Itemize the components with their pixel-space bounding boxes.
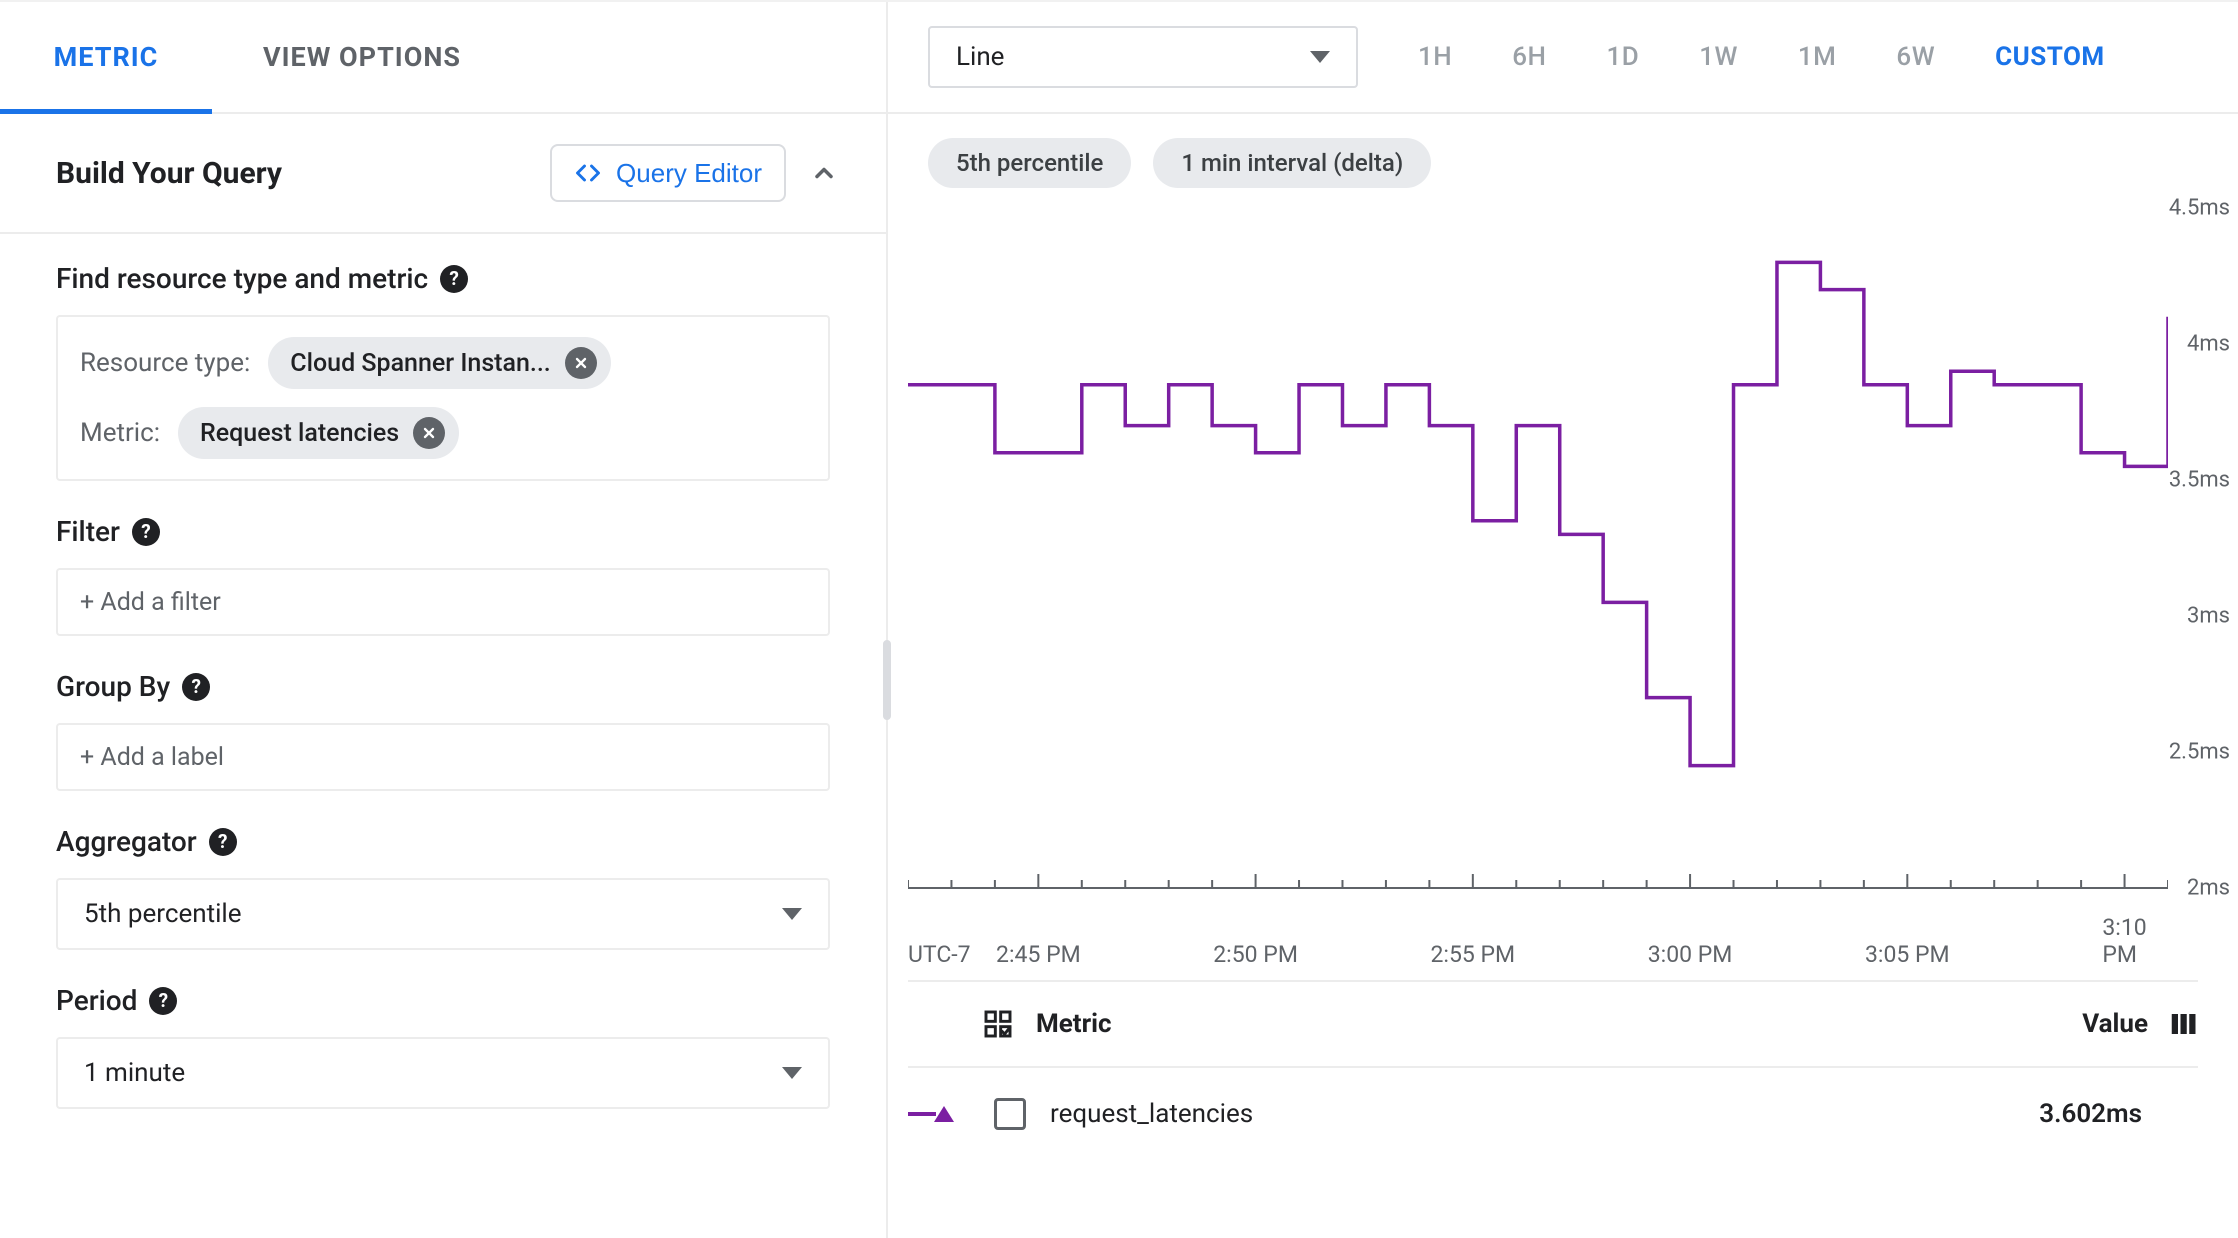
query-editor-button[interactable]: Query Editor [550, 144, 786, 202]
resource-metric-box[interactable]: Resource type: Cloud Spanner Instan... M… [56, 315, 830, 481]
period-select[interactable]: 1 minute [56, 1037, 830, 1109]
time-range-6h[interactable]: 6H [1512, 42, 1546, 72]
group-by-placeholder: + Add a label [80, 743, 224, 772]
chart-panel: Line 1H 6H 1D 1W 1M 6W CUSTOM 5th percentile 1 … [888, 2, 2238, 1238]
time-range-custom[interactable]: CUSTOM [1995, 42, 2105, 72]
x-axis-tick: 3:10 PM [2102, 914, 2146, 968]
period-value: 1 minute [84, 1058, 185, 1088]
aggregator-select[interactable]: 5th percentile [56, 878, 830, 950]
x-axis-tick: 2:45 PM [996, 941, 1081, 968]
x-axis-tick: 2:55 PM [1430, 941, 1515, 968]
time-range-6w[interactable]: 6W [1896, 42, 1935, 72]
caret-down-icon [782, 908, 802, 920]
metric-label: Metric: [80, 418, 160, 448]
chart-type-value: Line [956, 42, 1004, 72]
time-range-1m[interactable]: 1M [1798, 42, 1837, 72]
column-options-icon[interactable] [2168, 1009, 2198, 1039]
legend-options-icon[interactable] [982, 1008, 1014, 1040]
x-axis-tick: 3:00 PM [1648, 941, 1733, 968]
tab-metric[interactable]: METRIC [0, 2, 212, 112]
x-axis-tick: 3:05 PM [1865, 941, 1950, 968]
help-icon[interactable]: ? [182, 673, 210, 701]
series-value: 3.602ms [2039, 1099, 2198, 1129]
query-editor-label: Query Editor [616, 158, 762, 189]
help-icon[interactable]: ? [440, 265, 468, 293]
time-range-group: 1H 6H 1D 1W 1M 6W CUSTOM [1418, 42, 2178, 72]
y-axis-tick: 3ms [2187, 604, 2230, 629]
metric-chip[interactable]: Request latencies [178, 407, 459, 459]
tab-view-options[interactable]: VIEW OPTIONS [212, 2, 512, 112]
add-group-by-input[interactable]: + Add a label [56, 723, 830, 791]
help-icon[interactable]: ? [132, 518, 160, 546]
add-filter-input[interactable]: + Add a filter [56, 568, 830, 636]
legend-row[interactable]: request_latencies 3.602ms [908, 1068, 2198, 1160]
y-axis-tick: 4ms [2187, 332, 2230, 357]
y-axis-tick: 3.5ms [2169, 468, 2230, 493]
x-axis-tick: 2:50 PM [1213, 941, 1298, 968]
build-query-title: Build Your Query [56, 156, 282, 191]
panel-tabs: METRIC VIEW OPTIONS [0, 2, 886, 114]
filter-placeholder: + Add a filter [80, 588, 221, 617]
y-axis-tick: 2.5ms [2169, 740, 2230, 765]
time-range-1h[interactable]: 1H [1418, 42, 1452, 72]
find-metric-label: Find resource type and metric ? [56, 262, 830, 295]
chevron-up-icon [810, 159, 838, 187]
y-axis-tick: 4.5ms [2169, 196, 2230, 221]
group-by-label: Group By [56, 670, 170, 703]
close-icon [421, 425, 437, 441]
build-query-header: Build Your Query Query Editor [0, 114, 886, 234]
chart-svg [908, 198, 2168, 928]
legend-header-value: Value [2082, 1009, 2148, 1039]
y-axis-tick: 2ms [2187, 876, 2230, 901]
time-range-1d[interactable]: 1D [1606, 42, 1639, 72]
legend-header-metric: Metric [1036, 1009, 1112, 1039]
chart-badge: 1 min interval (delta) [1153, 138, 1431, 188]
aggregator-label: Aggregator [56, 825, 197, 858]
timezone-label: UTC-7 [908, 941, 971, 968]
legend-header: Metric Value [908, 980, 2198, 1068]
panel-resize-handle[interactable] [883, 640, 891, 720]
period-label: Period [56, 984, 137, 1017]
chart-badges: 5th percentile 1 min interval (delta) [888, 114, 2238, 188]
close-icon [573, 355, 589, 371]
help-icon[interactable]: ? [209, 828, 237, 856]
filter-label: Filter [56, 515, 120, 548]
resource-type-label: Resource type: [80, 348, 250, 378]
help-icon[interactable]: ? [149, 987, 177, 1015]
caret-down-icon [782, 1067, 802, 1079]
resource-type-chip[interactable]: Cloud Spanner Instan... [268, 337, 610, 389]
code-icon [574, 159, 602, 187]
chart-toolbar: Line 1H 6H 1D 1W 1M 6W CUSTOM [888, 2, 2238, 114]
time-range-1w[interactable]: 1W [1699, 42, 1738, 72]
collapse-panel-button[interactable] [810, 159, 838, 187]
chart-area[interactable]: 4.5ms4ms3.5ms3ms2.5ms2ms 2:45 PM2:50 PM2… [908, 198, 2168, 928]
remove-resource-type-button[interactable] [565, 347, 597, 379]
remove-metric-button[interactable] [413, 417, 445, 449]
metric-value: Request latencies [200, 419, 399, 448]
series-marker-icon [908, 1106, 954, 1122]
query-panel: METRIC VIEW OPTIONS Build Your Query Que… [0, 2, 888, 1238]
series-checkbox[interactable] [994, 1098, 1026, 1130]
caret-down-icon [1310, 51, 1330, 63]
resource-type-value: Cloud Spanner Instan... [290, 349, 550, 378]
series-name: request_latencies [1050, 1099, 1253, 1129]
chart-type-select[interactable]: Line [928, 26, 1358, 88]
aggregator-value: 5th percentile [84, 899, 242, 929]
chart-badge: 5th percentile [928, 138, 1131, 188]
